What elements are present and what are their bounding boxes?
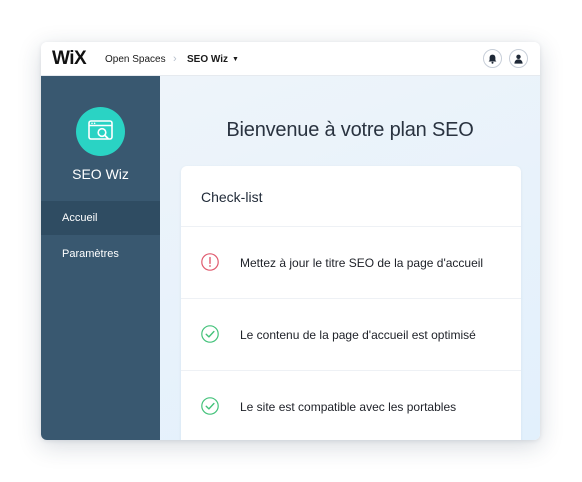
checklist-card: Check-list Mettez à jour le titre SEO de…	[181, 166, 521, 440]
warning-icon	[201, 253, 219, 271]
page-title: Bienvenue à votre plan SEO	[226, 119, 474, 141]
app-window: WiX Open Spaces › SEO Wiz ▼ SEO Wiz Accu…	[41, 42, 540, 440]
checklist-item[interactable]: Le contenu de la page d'accueil est opti…	[181, 298, 521, 370]
wix-logo[interactable]: WiX	[52, 48, 87, 70]
checklist-item-label: Mettez à jour le titre SEO de la page d'…	[240, 256, 484, 270]
check-circle-icon	[201, 325, 219, 343]
chevron-down-icon[interactable]: ▼	[232, 54, 239, 66]
breadcrumb-site[interactable]: Open Spaces	[105, 54, 166, 66]
app-logo	[76, 107, 125, 156]
account-button[interactable]	[509, 49, 528, 68]
sidebar-item-accueil[interactable]: Accueil	[41, 201, 160, 235]
checklist-item-label: Le contenu de la page d'accueil est opti…	[240, 328, 476, 342]
main-content: Bienvenue à votre plan SEO Check-list Me…	[160, 76, 540, 440]
sidebar: SEO Wiz Accueil Paramètres	[41, 76, 160, 440]
user-icon	[514, 54, 523, 64]
bell-icon	[488, 54, 497, 64]
checklist-item-label: Le site est compatible avec les portable…	[240, 400, 457, 414]
notifications-button[interactable]	[483, 49, 502, 68]
sidebar-item-parametres[interactable]: Paramètres	[41, 237, 160, 271]
checklist-item[interactable]: Le site est compatible avec les portable…	[181, 370, 521, 440]
top-bar: WiX Open Spaces › SEO Wiz ▼	[41, 42, 540, 76]
breadcrumb-separator-icon: ›	[173, 53, 177, 65]
checklist-title: Check-list	[201, 189, 263, 205]
checklist-item[interactable]: Mettez à jour le titre SEO de la page d'…	[181, 226, 521, 298]
seo-browser-search-icon	[88, 120, 113, 140]
breadcrumb-app[interactable]: SEO Wiz	[187, 54, 228, 66]
app-name: SEO Wiz	[72, 166, 129, 182]
check-circle-icon	[201, 397, 219, 415]
